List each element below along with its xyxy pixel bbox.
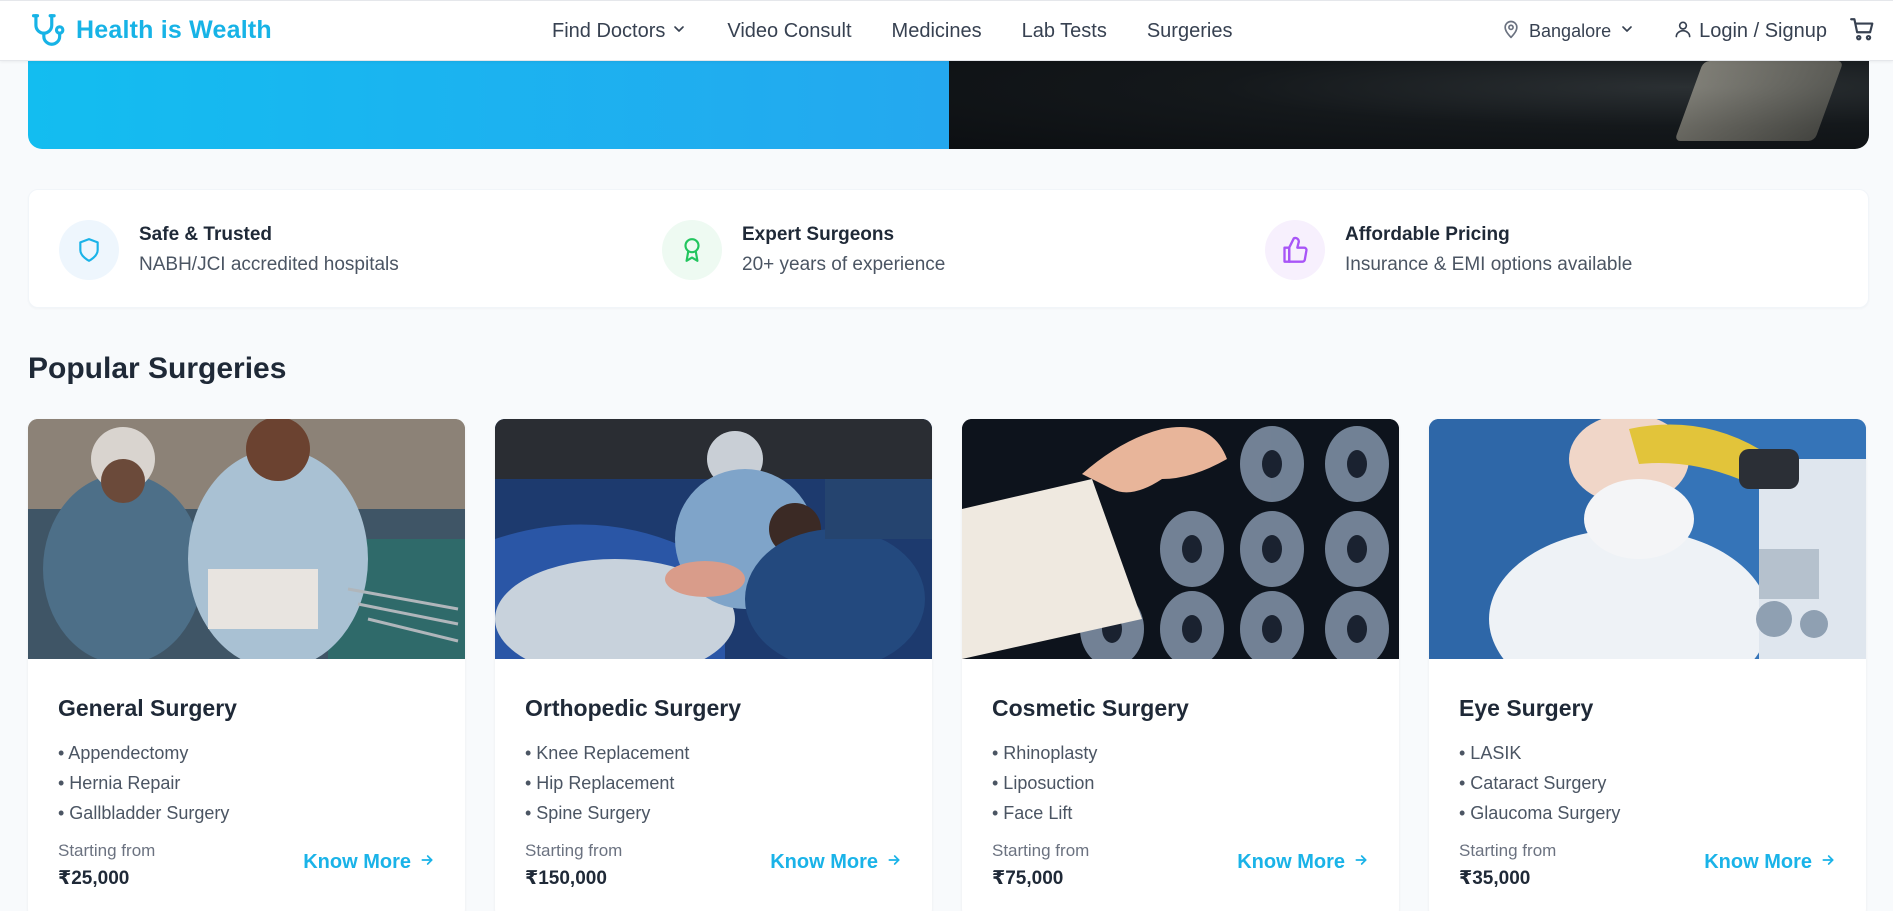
card-title: General Surgery	[58, 695, 237, 721]
nav-lab-tests[interactable]: Lab Tests	[1022, 20, 1107, 43]
know-more-link[interactable]: Know More	[770, 851, 902, 874]
login-label: Login / Signup	[1699, 20, 1827, 42]
procedure-item: • Cataract Surgery	[1459, 773, 1607, 793]
card-title: Orthopedic Surgery	[525, 695, 741, 721]
surgery-card-general[interactable]: General Surgery • Appendectomy • Hernia …	[28, 419, 465, 911]
procedure-list: • Appendectomy • Hernia Repair • Gallbla…	[58, 738, 435, 828]
feature-safe-trusted: Safe & Trusted NABH/JCI accredited hospi…	[59, 220, 399, 280]
surgery-card-cosmetic[interactable]: Cosmetic Surgery • Rhinoplasty • Liposuc…	[962, 419, 1399, 911]
arrow-right-icon	[886, 851, 902, 874]
card-image	[1429, 419, 1866, 659]
nav-surgeries[interactable]: Surgeries	[1147, 20, 1233, 43]
brand-logo[interactable]: Health is Wealth	[28, 11, 272, 49]
know-more-label: Know More	[1237, 851, 1345, 873]
card-footer: Starting from ₹75,000 Know More	[992, 841, 1369, 890]
procedure-list: • Knee Replacement • Hip Replacement • S…	[525, 738, 902, 828]
stethoscope-icon	[28, 11, 66, 49]
procedure-item: • Spine Surgery	[525, 803, 651, 823]
starting-from-label: Starting from	[1459, 841, 1557, 860]
starting-from-label: Starting from	[58, 841, 156, 860]
nav-item-label: Find Doctors	[552, 20, 666, 42]
know-more-label: Know More	[303, 851, 411, 873]
nav-item-label: Surgeries	[1146, 20, 1233, 42]
hero-gradient-panel	[28, 61, 949, 149]
nav-item-label: Lab Tests	[1021, 20, 1107, 42]
nav-item-label: Video Consult	[727, 20, 852, 42]
know-more-link[interactable]: Know More	[1704, 851, 1836, 874]
feature-expert-surgeons: Expert Surgeons 20+ years of experience	[662, 220, 945, 280]
chevron-down-icon	[1619, 21, 1635, 42]
nav-video-consult[interactable]: Video Consult	[727, 20, 851, 43]
thumbs-up-icon	[1265, 220, 1325, 280]
feature-affordable-pricing: Affordable Pricing Insurance & EMI optio…	[1265, 220, 1632, 280]
hero-banner	[28, 61, 1869, 149]
procedure-item: • Rhinoplasty	[992, 743, 1098, 763]
card-image	[495, 419, 932, 659]
chevron-down-icon	[671, 20, 687, 43]
procedure-item: • Gallbladder Surgery	[58, 803, 230, 823]
user-icon	[1673, 19, 1693, 45]
price: ₹75,000	[992, 868, 1064, 889]
card-footer: Starting from ₹35,000 Know More	[1459, 841, 1836, 890]
know-more-label: Know More	[1704, 851, 1812, 873]
surgery-card-orthopedic[interactable]: Orthopedic Surgery • Knee Replacement • …	[495, 419, 932, 911]
feature-title: Safe & Trusted	[139, 224, 273, 245]
nav-item-label: Medicines	[891, 20, 982, 42]
arrow-right-icon	[1353, 851, 1369, 874]
feature-title: Expert Surgeons	[742, 224, 895, 245]
starting-from-label: Starting from	[992, 841, 1090, 860]
cart-icon	[1849, 16, 1875, 47]
feature-subtitle: 20+ years of experience	[742, 254, 946, 275]
card-title: Cosmetic Surgery	[992, 695, 1189, 721]
feature-title: Affordable Pricing	[1345, 224, 1510, 245]
shield-icon	[59, 220, 119, 280]
procedure-item: • Knee Replacement	[525, 743, 690, 763]
location-selector[interactable]: Bangalore	[1501, 19, 1635, 44]
nav-medicines[interactable]: Medicines	[892, 20, 982, 43]
feature-subtitle: NABH/JCI accredited hospitals	[139, 254, 399, 275]
procedure-item: • Hip Replacement	[525, 773, 675, 793]
price: ₹35,000	[1459, 868, 1531, 889]
card-image	[28, 419, 465, 659]
features-strip: Safe & Trusted NABH/JCI accredited hospi…	[28, 189, 1869, 308]
card-image	[962, 419, 1399, 659]
procedure-item: • Face Lift	[992, 803, 1073, 823]
price: ₹150,000	[525, 868, 607, 889]
hero-image	[949, 61, 1869, 149]
procedure-item: • Liposuction	[992, 773, 1095, 793]
know-more-link[interactable]: Know More	[1237, 851, 1369, 874]
procedure-list: • Rhinoplasty • Liposuction • Face Lift	[992, 738, 1369, 828]
procedure-item: • Glaucoma Surgery	[1459, 803, 1621, 823]
procedure-list: • LASIK • Cataract Surgery • Glaucoma Su…	[1459, 738, 1836, 828]
brand-name: Health is Wealth	[76, 15, 272, 44]
card-footer: Starting from ₹25,000 Know More	[58, 841, 435, 890]
location-label: Bangalore	[1529, 21, 1612, 41]
main-nav: Find Doctors Video Consult Medicines Lab…	[552, 1, 1272, 62]
procedure-item: • Hernia Repair	[58, 773, 181, 793]
arrow-right-icon	[1820, 851, 1836, 874]
feature-subtitle: Insurance & EMI options available	[1345, 254, 1633, 275]
procedure-item: • LASIK	[1459, 743, 1522, 763]
section-title: Popular Surgeries	[28, 352, 287, 385]
starting-from-label: Starting from	[525, 841, 623, 860]
surgery-cards: General Surgery • Appendectomy • Hernia …	[28, 419, 1869, 911]
card-footer: Starting from ₹150,000 Know More	[525, 841, 902, 890]
nav-find-doctors[interactable]: Find Doctors	[552, 20, 687, 43]
login-signup-button[interactable]: Login / Signup	[1673, 19, 1827, 45]
cart-button[interactable]	[1849, 16, 1875, 47]
know-more-label: Know More	[770, 851, 878, 873]
arrow-right-icon	[419, 851, 435, 874]
know-more-link[interactable]: Know More	[303, 851, 435, 874]
site-header: Health is Wealth Find Doctors Video Cons…	[0, 0, 1893, 61]
map-pin-icon	[1501, 19, 1521, 44]
procedure-item: • Appendectomy	[58, 743, 189, 763]
price: ₹25,000	[58, 868, 130, 889]
header-actions: Bangalore Login / Signup	[1501, 1, 1875, 62]
award-icon	[662, 220, 722, 280]
surgery-card-eye[interactable]: Eye Surgery • LASIK • Cataract Surgery •…	[1429, 419, 1866, 911]
card-title: Eye Surgery	[1459, 695, 1594, 721]
